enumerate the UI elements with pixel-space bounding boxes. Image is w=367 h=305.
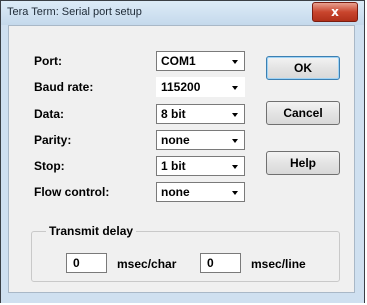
dropdown-arrow-icon [232,113,238,117]
parity-select[interactable]: none [156,130,245,150]
data-value: 8 bit [161,107,186,121]
baud-rate-value: 115200 [161,80,201,94]
close-icon: x [331,5,339,19]
port-label: Port: [34,54,62,68]
transmit-delay-legend: Transmit delay [46,224,137,238]
line-delay-input[interactable]: 0 [200,253,241,273]
data-label: Data: [34,107,65,121]
char-delay-unit: msec/char [117,257,177,271]
port-select[interactable]: COM1 [156,51,245,71]
data-select[interactable]: 8 bit [156,104,245,124]
dropdown-arrow-icon [232,86,238,90]
help-button[interactable]: Help [266,151,340,175]
dropdown-arrow-icon [232,191,238,195]
stop-value: 1 bit [161,159,186,173]
dropdown-arrow-icon [232,139,238,143]
ok-button[interactable]: OK [266,56,340,80]
close-button[interactable]: x [312,2,358,22]
dropdown-arrow-icon [232,60,238,64]
title-bar[interactable]: Tera Term: Serial port setup x [1,1,364,25]
baud-rate-label: Baud rate: [34,80,94,94]
char-delay-input[interactable]: 0 [66,253,107,273]
line-delay-unit: msec/line [251,257,306,271]
stop-select[interactable]: 1 bit [156,156,245,176]
flow-control-value: none [161,185,190,199]
flow-control-label: Flow control: [34,185,110,199]
parity-value: none [161,133,190,147]
window-title: Tera Term: Serial port setup [7,6,142,18]
stop-label: Stop: [34,159,65,173]
port-value: COM1 [161,54,196,68]
cancel-button[interactable]: Cancel [266,101,340,125]
parity-label: Parity: [34,133,72,147]
flow-control-select[interactable]: none [156,182,245,202]
window-frame-bottom [1,295,364,303]
baud-rate-select[interactable]: 115200 [156,77,245,97]
dropdown-arrow-icon [232,165,238,169]
